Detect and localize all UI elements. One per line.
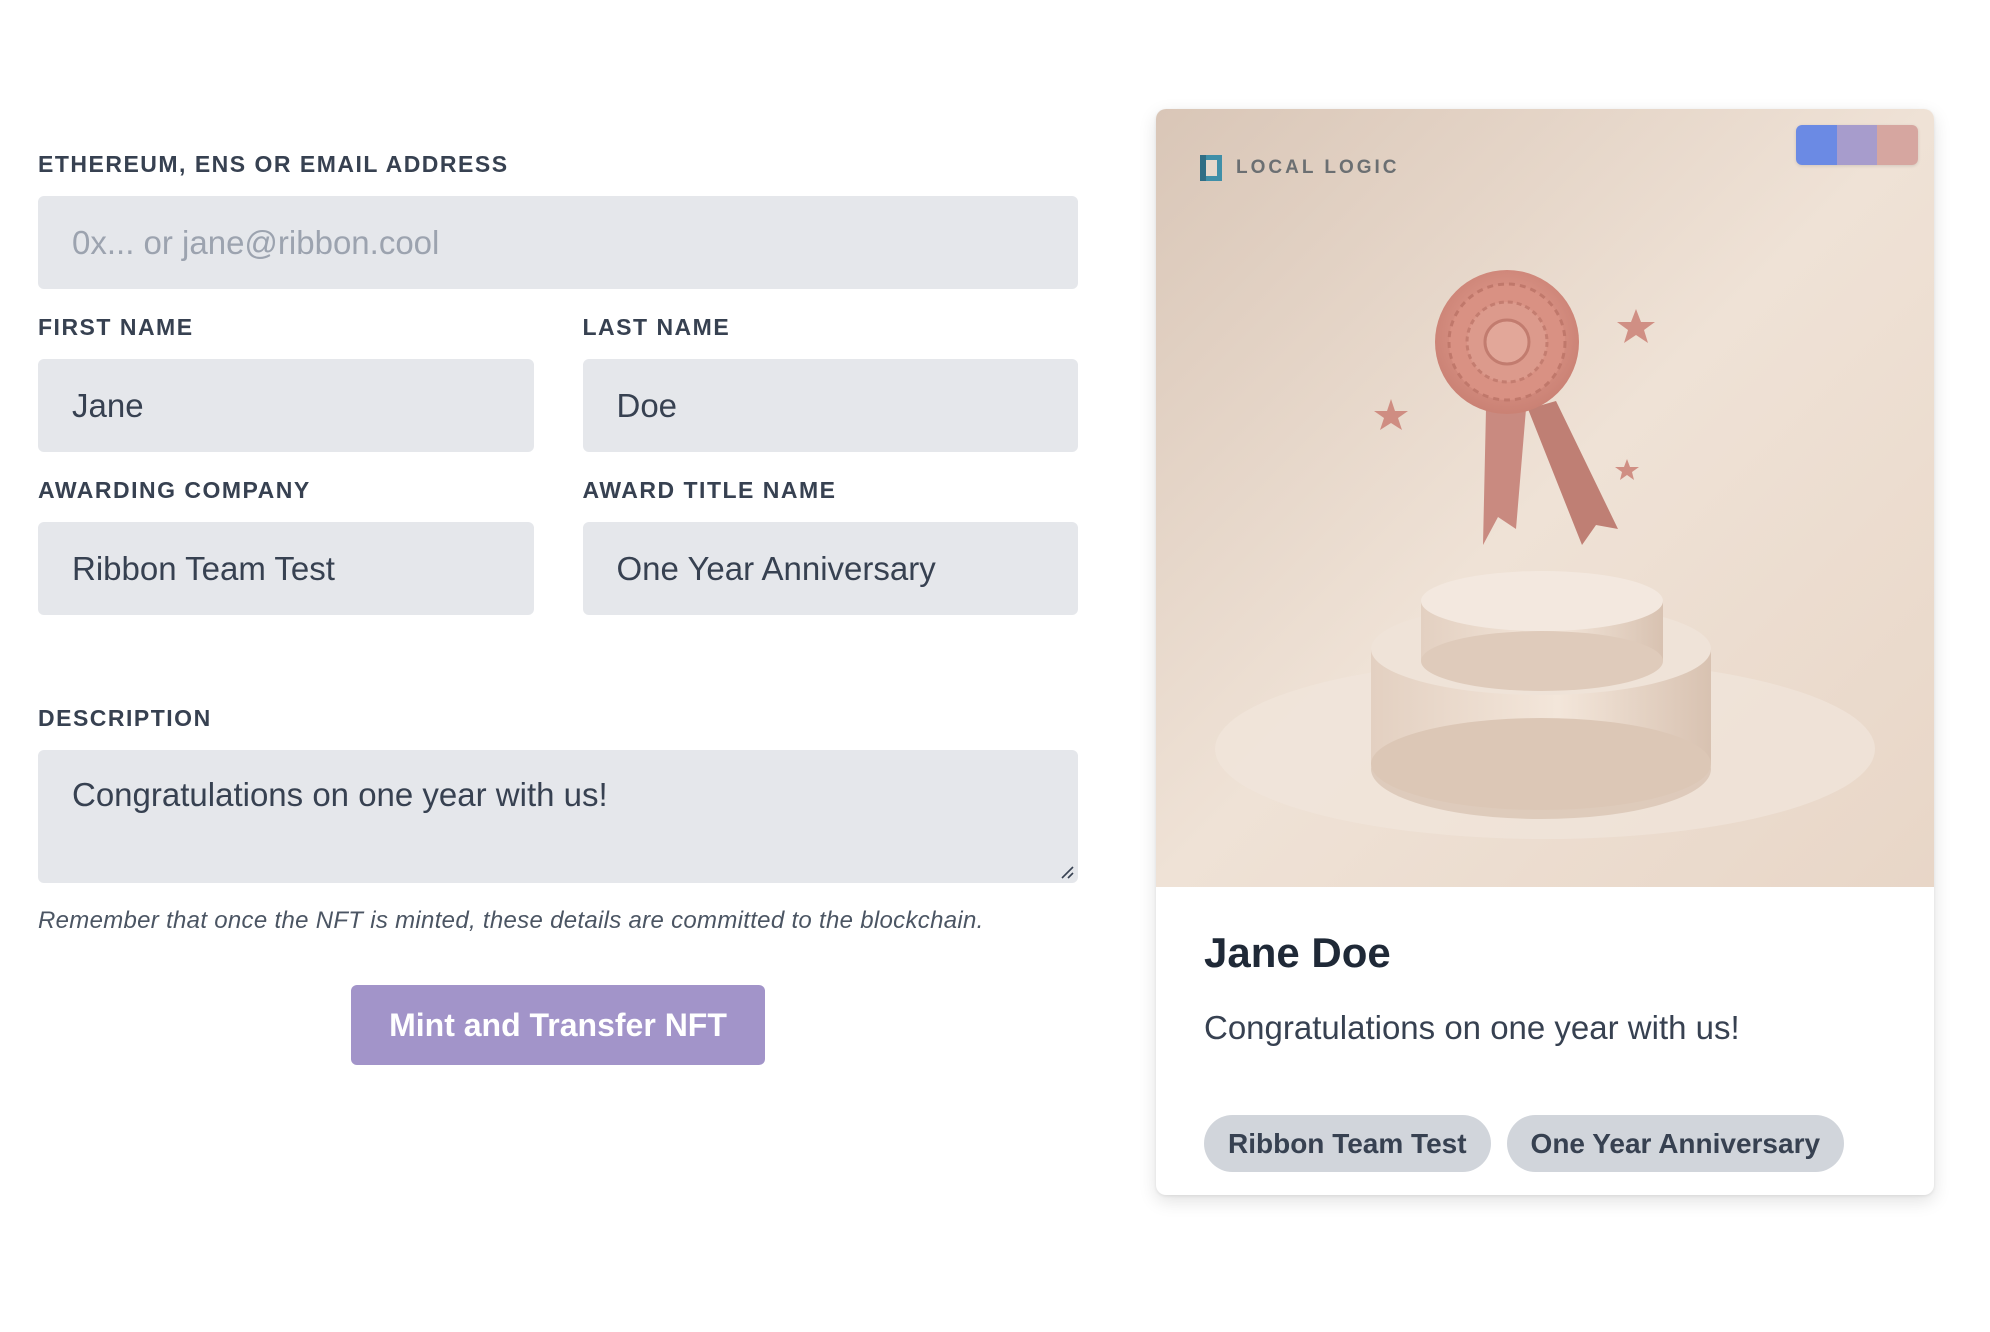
theme-switcher[interactable] <box>1796 125 1918 165</box>
award-title-group: AWARD TITLE NAME One Year Anniversary <box>582 476 1078 615</box>
theme-swatch-purple[interactable] <box>1836 125 1878 165</box>
award-form: ETHEREUM, ENS OR EMAIL ADDRESS 0x... or … <box>38 150 1078 1065</box>
company-logo: LOCAL LOGIC <box>1198 153 1400 183</box>
resize-handle-icon[interactable] <box>1060 865 1074 879</box>
company-group: AWARDING COMPANY Ribbon Team Test <box>38 476 534 615</box>
ribbon-podium-illustration <box>1156 109 1934 887</box>
tag-award-title: One Year Anniversary <box>1506 1115 1845 1172</box>
first-name-input[interactable]: Jane <box>38 359 534 452</box>
company-input[interactable]: Ribbon Team Test <box>38 522 534 615</box>
tag-list: Ribbon Team Test One Year Anniversary <box>1204 1115 1886 1172</box>
card-body: Jane Doe Congratulations on one year wit… <box>1156 887 1934 1195</box>
award-image: LOCAL LOGIC <box>1156 109 1934 887</box>
first-name-group: FIRST NAME Jane <box>38 313 534 452</box>
company-label: AWARDING COMPANY <box>38 477 311 503</box>
last-name-label: LAST NAME <box>582 314 731 340</box>
last-name-input[interactable]: Doe <box>582 359 1078 452</box>
first-name-label: FIRST NAME <box>38 314 194 340</box>
logo-text: LOCAL LOGIC <box>1236 157 1400 178</box>
description-group: DESCRIPTION Congratulations on one year … <box>38 704 1078 883</box>
local-logic-logo-icon <box>1200 155 1222 181</box>
mint-transfer-button[interactable]: Mint and Transfer NFT <box>351 985 765 1065</box>
theme-swatch-pink[interactable] <box>1877 125 1918 165</box>
description-label: DESCRIPTION <box>38 705 212 731</box>
description-text: Congratulations on one year with us! <box>72 776 608 813</box>
tag-company: Ribbon Team Test <box>1204 1115 1491 1172</box>
address-label: ETHEREUM, ENS OR EMAIL ADDRESS <box>38 151 509 177</box>
theme-swatch-blue[interactable] <box>1796 125 1837 165</box>
address-input[interactable]: 0x... or jane@ribbon.cool <box>38 196 1078 289</box>
award-title-label: AWARD TITLE NAME <box>582 477 837 503</box>
card-description: Congratulations on one year with us! <box>1204 1009 1740 1046</box>
award-title-input[interactable]: One Year Anniversary <box>582 522 1078 615</box>
description-textarea[interactable]: Congratulations on one year with us! <box>38 750 1078 883</box>
address-group: ETHEREUM, ENS OR EMAIL ADDRESS 0x... or … <box>38 150 1078 289</box>
recipient-name: Jane Doe <box>1204 929 1391 976</box>
nft-preview-card: LOCAL LOGIC Jane Doe Congratulations on … <box>1156 109 1934 1195</box>
blockchain-note: Remember that once the NFT is minted, th… <box>38 907 984 934</box>
last-name-group: LAST NAME Doe <box>582 313 1078 452</box>
